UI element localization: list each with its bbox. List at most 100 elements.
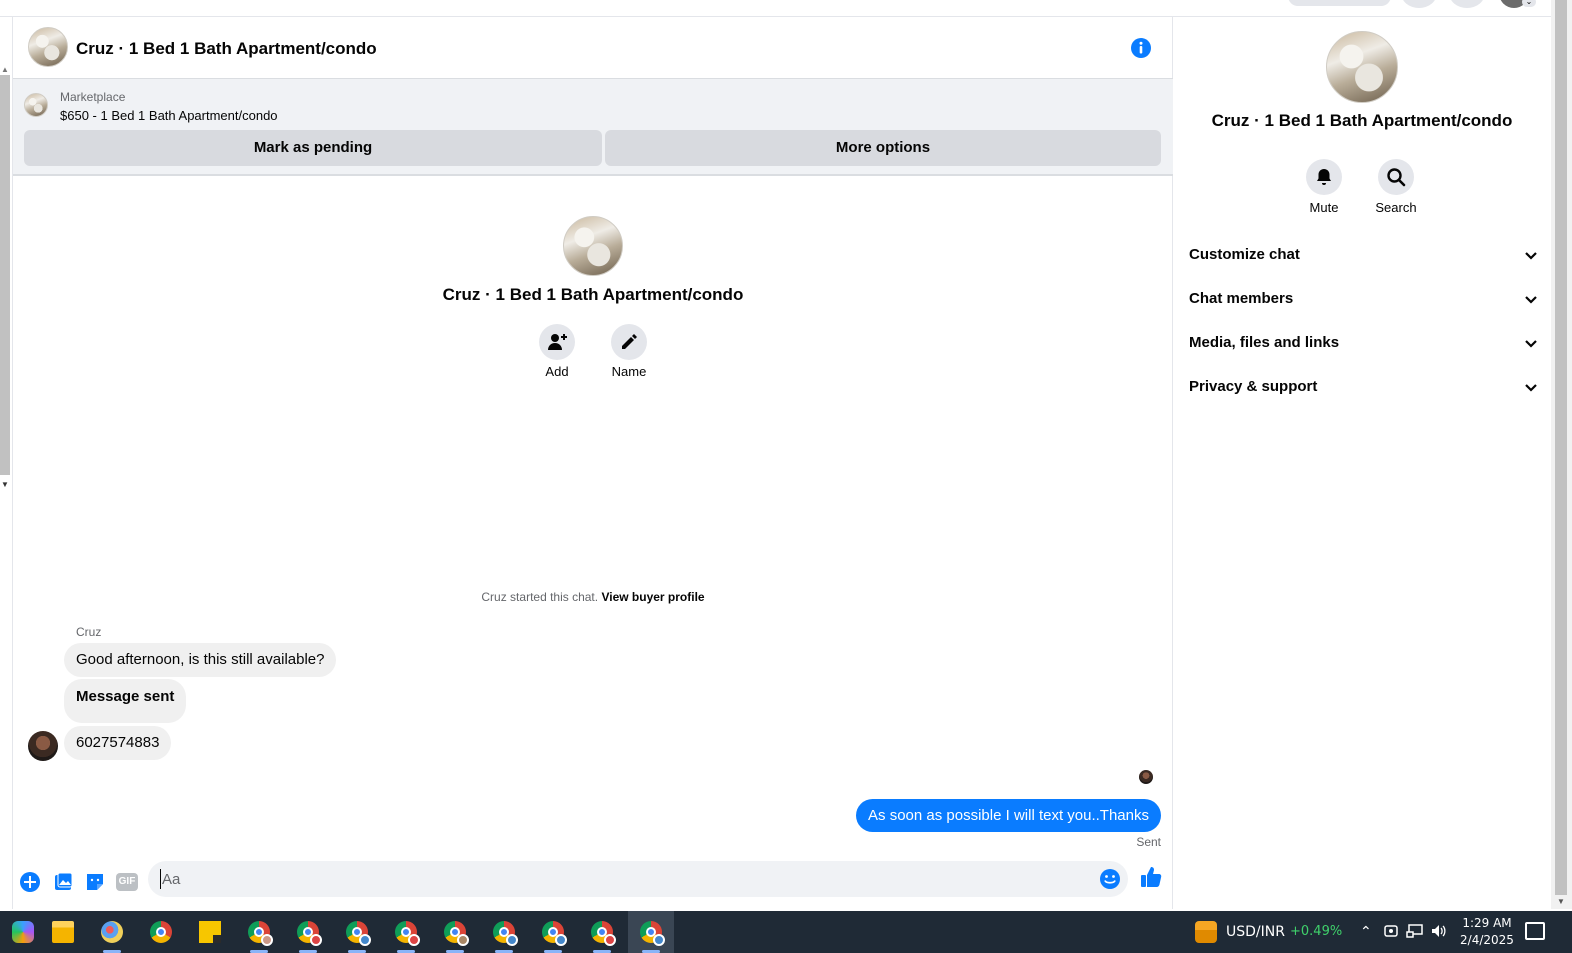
screen: ⌄ ▲ ▼ Cruz · 1 Bed 1 Bath Apartment/cond… — [0, 0, 1572, 953]
listing-thumbnail[interactable] — [24, 93, 48, 117]
copilot-icon — [12, 921, 34, 943]
scroll-thumb[interactable] — [1555, 0, 1567, 895]
taskbar-chrome-active[interactable] — [628, 911, 674, 953]
mute-label: Mute — [1309, 200, 1339, 215]
mark-as-pending-button[interactable]: Mark as pending — [24, 130, 602, 166]
chat-title[interactable]: Cruz · 1 Bed 1 Bath Apartment/condo — [76, 39, 377, 59]
pencil-icon — [622, 334, 637, 349]
chrome-icon — [493, 921, 518, 946]
scroll-up-icon[interactable]: ▲ — [1, 65, 9, 74]
details-title: Cruz · 1 Bed 1 Bath Apartment/condo — [1211, 111, 1513, 130]
message-input[interactable] — [160, 869, 1080, 889]
taskbar-paint[interactable] — [89, 911, 135, 953]
message-bubble[interactable]: 6027574883 — [64, 726, 172, 760]
gif-icon[interactable]: GIF — [116, 873, 138, 891]
add-people-button[interactable] — [539, 324, 575, 360]
info-icon[interactable] — [1130, 37, 1152, 59]
section-privacy-support[interactable]: Privacy & support — [1189, 368, 1539, 408]
clock[interactable]: 1:29 AM 2/4/2025 — [1457, 915, 1517, 949]
listing-title[interactable]: $650 - 1 Bed 1 Bath Apartment/condo — [60, 108, 278, 123]
search-button[interactable] — [1378, 159, 1414, 195]
section-label: Media, files and links — [1189, 334, 1340, 351]
view-buyer-profile-link[interactable]: View buyer profile — [601, 590, 704, 604]
plus-icon[interactable] — [19, 871, 41, 893]
volume-icon[interactable] — [1430, 923, 1448, 942]
outgoing-message-bubble[interactable]: As soon as possible I will text you..Tha… — [856, 799, 1161, 832]
section-label: Privacy & support — [1189, 378, 1318, 395]
account-chevron-icon[interactable]: ⌄ — [1522, 0, 1536, 7]
taskbar-chrome-profile[interactable] — [579, 911, 625, 953]
chrome-icon — [297, 921, 322, 946]
add-person-icon — [548, 334, 567, 350]
conversation-title: Cruz · 1 Bed 1 Bath Apartment/condo — [442, 285, 744, 304]
top-nav-strip: ⌄ — [0, 0, 1572, 17]
section-customize-chat[interactable]: Customize chat — [1189, 236, 1539, 276]
started-text: Cruz started this chat. — [481, 590, 599, 604]
chevron-down-icon — [1525, 296, 1537, 304]
chevron-down-icon — [1525, 252, 1537, 260]
marketplace-bar: Marketplace $650 - 1 Bed 1 Bath Apartmen… — [13, 79, 1173, 176]
more-options-button[interactable]: More options — [605, 130, 1161, 166]
message-status: Sent — [1136, 835, 1161, 849]
sender-avatar[interactable] — [28, 731, 58, 761]
windows-taskbar: USD/INR +0.49% ⌃ 1:29 AM 2/4/2025 — [0, 911, 1572, 953]
thumbs-up-icon[interactable] — [1139, 865, 1163, 889]
network-icon[interactable] — [1406, 923, 1424, 942]
composer: GIF — [13, 859, 1173, 909]
emoji-icon[interactable] — [1099, 868, 1121, 890]
chat-avatar[interactable] — [28, 27, 68, 67]
sender-name: Cruz — [76, 625, 102, 639]
taskbar-chrome-profile[interactable] — [285, 911, 331, 953]
notification-center-icon[interactable] — [1525, 922, 1545, 940]
taskbar-chrome-profile[interactable] — [432, 911, 478, 953]
section-media-files-links[interactable]: Media, files and links — [1189, 324, 1539, 364]
chevron-down-icon — [1525, 384, 1537, 392]
scroll-thumb[interactable] — [0, 75, 10, 475]
taskbar-chrome-profile[interactable] — [530, 911, 576, 953]
chrome-icon — [395, 921, 420, 946]
section-label: Chat members — [1189, 290, 1294, 307]
sticker-icon[interactable] — [84, 871, 106, 893]
message-input-box[interactable] — [148, 861, 1128, 897]
chrome-icon — [591, 921, 616, 946]
chrome-icon — [640, 921, 665, 946]
marketplace-label: Marketplace — [60, 90, 126, 104]
scroll-down-icon[interactable]: ▼ — [1557, 897, 1565, 906]
photo-icon[interactable] — [52, 871, 74, 893]
taskbar-sticky-notes[interactable] — [187, 911, 233, 953]
message-bubble[interactable]: Good afternoon, is this still available? — [64, 643, 337, 677]
clock-time: 1:29 AM — [1462, 916, 1512, 930]
taskbar-chrome[interactable] — [138, 911, 184, 953]
chrome-icon — [444, 921, 469, 946]
chat-header: Cruz · 1 Bed 1 Bath Apartment/condo — [13, 17, 1173, 79]
search-label: Search — [1375, 200, 1417, 215]
taskbar-chrome-profile[interactable] — [334, 911, 380, 953]
camera-icon[interactable] — [1384, 923, 1398, 942]
section-label: Customize chat — [1189, 246, 1300, 263]
stock-change[interactable]: +0.49% — [1290, 924, 1342, 939]
stock-pair[interactable]: USD/INR — [1226, 924, 1285, 940]
stock-widget-icon[interactable] — [1195, 921, 1217, 943]
scroll-down-icon[interactable]: ▼ — [1, 480, 9, 489]
sticky-notes-icon — [199, 921, 221, 943]
paint-icon — [101, 921, 123, 943]
top-nav-pill[interactable] — [1288, 0, 1391, 6]
conversation-avatar — [563, 216, 623, 276]
section-chat-members[interactable]: Chat members — [1189, 280, 1539, 320]
edit-name-button[interactable] — [611, 324, 647, 360]
message-bubble[interactable]: Message sent — [64, 679, 187, 723]
tray-chevron-up-icon[interactable]: ⌃ — [1360, 923, 1372, 940]
mute-button[interactable] — [1306, 159, 1342, 195]
taskbar-chrome-profile[interactable] — [383, 911, 429, 953]
taskbar-chrome-profile[interactable] — [481, 911, 527, 953]
notifications-button[interactable] — [1449, 0, 1485, 8]
name-label: Name — [611, 364, 647, 379]
taskbar-file-explorer[interactable] — [40, 911, 86, 953]
chevron-down-icon — [1525, 340, 1537, 348]
menu-button[interactable] — [1401, 0, 1437, 8]
taskbar-chrome-profile[interactable] — [236, 911, 282, 953]
page-scrollbar[interactable]: ▼ — [1551, 0, 1572, 909]
thread-list-scrollbar[interactable]: ▲ ▼ — [0, 63, 12, 493]
folder-icon — [52, 921, 74, 943]
clock-date: 2/4/2025 — [1460, 933, 1514, 947]
